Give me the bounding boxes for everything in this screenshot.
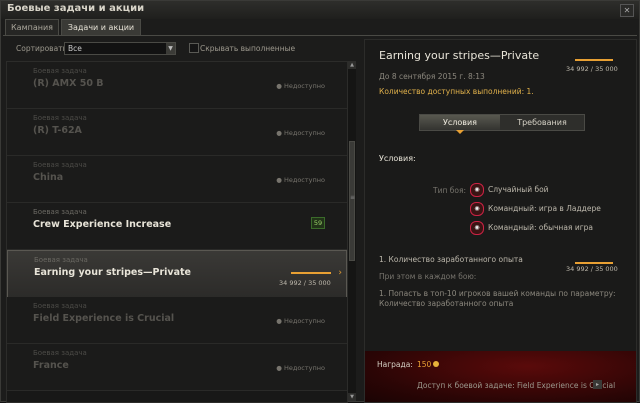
sort-label: Сортировать:: [16, 44, 70, 53]
quest-category: Боевая задача: [33, 349, 87, 357]
grip-icon: ≡: [350, 194, 356, 201]
list-item[interactable]: Боевая задача Field Experience is Crucia…: [7, 297, 347, 344]
requirement-line: Количество заработанного опыта: [379, 299, 514, 308]
count-badge: 59: [311, 217, 325, 229]
tab-quests-and-offers[interactable]: Задачи и акции: [61, 19, 141, 35]
quests-window: Боевые задачи и акции ✕ Кампания Задачи …: [0, 0, 640, 403]
scroll-thumb[interactable]: ≡: [349, 141, 355, 261]
status-label: Недоступно: [283, 176, 325, 184]
list-item[interactable]: Боевая задача (R) T-62A ● Недоступно: [7, 109, 347, 156]
quest-progress-fill: [291, 272, 331, 274]
quest-name: Crew Experience Increase: [33, 219, 172, 230]
quest-title: Earning your stripes—Private: [379, 49, 540, 62]
quest-deadline: До 8 сентября 2015 г. 8:13: [379, 72, 485, 81]
conditions-heading: Условия:: [379, 154, 416, 163]
unavailable-status: ● Недоступно: [276, 176, 325, 184]
quest-category: Боевая задача: [34, 256, 88, 264]
each-battle-label: При этом в каждом бою:: [379, 272, 477, 281]
reward-value: 150: [417, 360, 432, 369]
active-tab-caret-icon: [456, 130, 464, 134]
requirement-line: 1. Попасть в топ-10 игроков вашей команд…: [379, 289, 616, 298]
battle-type-name: Командный: обычная игра: [488, 223, 593, 232]
list-item[interactable]: Боевая задача China ● Недоступно: [7, 156, 347, 203]
lock-icon: ●: [276, 364, 282, 372]
unavailable-status: ● Недоступно: [276, 129, 325, 137]
battle-type-label: Тип боя:: [433, 186, 466, 195]
completions-available: Количество доступных выполнений: 1.: [379, 87, 534, 96]
quest-name: (R) T-62A: [33, 125, 82, 136]
tab-divider: [3, 35, 637, 36]
lock-icon: ●: [276, 82, 282, 90]
experience-progress-bar: [575, 262, 613, 264]
quest-category: Боевая задача: [33, 114, 87, 122]
scroll-down-icon[interactable]: ▼: [348, 393, 356, 401]
ladder-battle-icon: ◉: [470, 202, 484, 216]
sort-select[interactable]: Все ▼: [64, 42, 176, 55]
quest-progress-value: 34 992 / 35 000: [279, 279, 331, 287]
list-item[interactable]: Боевая задача France ● Недоступно: [7, 344, 347, 391]
quest-name: Field Experience is Crucial: [33, 313, 175, 324]
tab-requirements[interactable]: Требования: [500, 115, 584, 130]
quest-progress-bar: [291, 272, 331, 274]
title-bar[interactable]: Боевые задачи и акции ✕: [1, 1, 639, 19]
quest-list-pane: Сортировать: Все ▼ Скрывать выполненные …: [6, 39, 357, 403]
list-item-selected[interactable]: Боевая задача Earning your stripes—Priva…: [7, 250, 347, 298]
detail-progress-bar: [575, 59, 613, 61]
reward-panel: Награда: 150 Доступ к боевой задаче: Fie…: [365, 351, 636, 402]
list-scrollbar[interactable]: ▲ ≡ ▼: [348, 61, 356, 401]
access-requirement: Доступ к боевой задаче: Field Experience…: [417, 381, 616, 390]
experience-progress-value: 34 992 / 35 000: [566, 265, 618, 273]
open-quest-arrow-icon[interactable]: ▸: [593, 380, 602, 389]
tab-conditions[interactable]: Условия: [420, 115, 500, 130]
status-label: Недоступно: [283, 364, 325, 372]
credits-icon: [433, 361, 439, 367]
lock-icon: ●: [276, 129, 282, 137]
quest-category: Боевая задача: [33, 208, 87, 216]
window-title: Боевые задачи и акции: [7, 3, 145, 14]
quest-category: Боевая задача: [33, 161, 87, 169]
chevron-right-icon: ›: [338, 268, 342, 278]
lock-icon: ●: [276, 317, 282, 325]
sort-value: Все: [68, 44, 82, 53]
detail-segmented-control: Условия Требования: [419, 114, 585, 134]
unavailable-status: ● Недоступно: [276, 317, 325, 325]
battle-type-name: Случайный бой: [488, 185, 549, 194]
quest-name: (R) AMX 50 B: [33, 78, 104, 89]
team-battle-icon: ◉: [470, 221, 484, 235]
experience-progress-fill: [575, 262, 613, 264]
random-battle-icon: ◉: [470, 183, 484, 197]
reward-label: Награда:: [377, 360, 413, 369]
unavailable-status: ● Недоступно: [276, 82, 325, 90]
top10-requirement: 1. Попасть в топ-10 игроков вашей команд…: [379, 289, 616, 309]
hide-completed-label[interactable]: Скрывать выполненные: [200, 44, 295, 53]
filter-bar: Сортировать: Все ▼ Скрывать выполненные: [6, 39, 357, 59]
quest-list: Боевая задача (R) AMX 50 B ● Недоступно …: [6, 61, 348, 403]
quest-category: Боевая задача: [33, 67, 87, 75]
list-item[interactable]: Боевая задача (R) AMX 50 B ● Недоступно: [7, 62, 347, 109]
detail-progress-value: 34 992 / 35 000: [566, 65, 618, 73]
quest-name: China: [33, 172, 64, 183]
experience-condition: 1. Количество заработанного опыта: [379, 255, 523, 264]
list-item[interactable]: Боевая задача Crew Experience Increase 5…: [7, 203, 347, 250]
close-icon[interactable]: ✕: [620, 4, 634, 17]
unavailable-status: ● Недоступно: [276, 364, 325, 372]
chevron-down-icon[interactable]: ▼: [166, 43, 175, 54]
status-label: Недоступно: [283, 317, 325, 325]
quest-category: Боевая задача: [33, 302, 87, 310]
scroll-up-icon[interactable]: ▲: [348, 61, 356, 69]
quest-detail-pane: Earning your stripes—Private 34 992 / 35…: [364, 39, 637, 403]
quest-name: France: [33, 360, 69, 371]
hide-completed-checkbox[interactable]: [189, 43, 199, 53]
status-label: Недоступно: [283, 129, 325, 137]
tab-campaign[interactable]: Кампания: [5, 19, 59, 35]
lock-icon: ●: [276, 176, 282, 184]
battle-type-name: Командный: игра в Ладдере: [488, 204, 601, 213]
detail-progress-fill: [575, 59, 613, 61]
quest-name: Earning your stripes—Private: [34, 267, 191, 278]
status-label: Недоступно: [283, 82, 325, 90]
